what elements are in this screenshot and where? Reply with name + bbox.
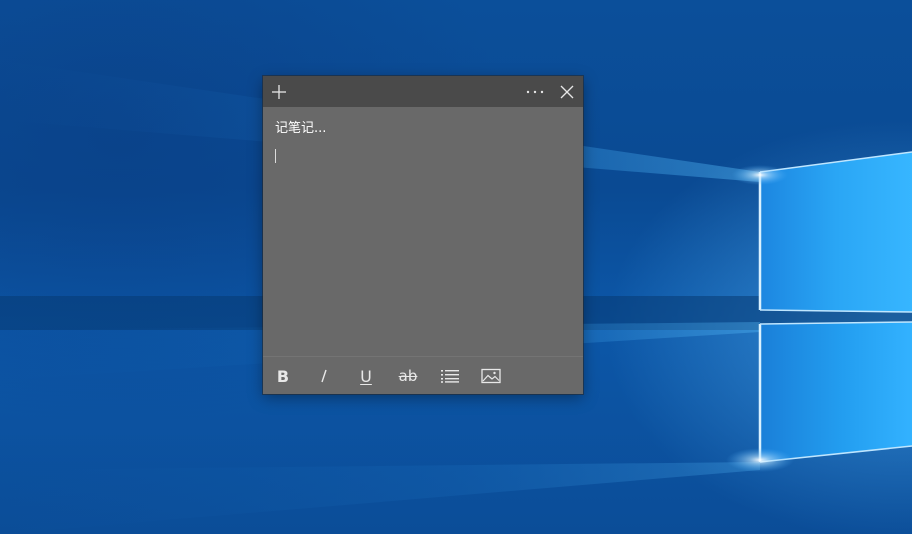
text-caret — [275, 149, 276, 163]
close-button[interactable] — [551, 76, 583, 107]
sticky-note-window: 记笔记... B U ab — [263, 76, 583, 394]
plus-icon — [272, 84, 286, 99]
bullet-list-icon — [441, 370, 459, 383]
bold-button[interactable]: B — [268, 363, 298, 389]
menu-button[interactable] — [519, 76, 551, 107]
underline-icon: U — [360, 366, 372, 386]
ellipsis-icon — [526, 90, 544, 93]
format-toolbar: B U ab — [263, 356, 583, 394]
insert-image-button[interactable] — [476, 363, 506, 389]
strikethrough-icon: ab — [398, 367, 418, 385]
bullet-list-button[interactable] — [435, 363, 465, 389]
desktop: 记笔记... B U ab — [0, 0, 912, 534]
note-titlebar[interactable] — [263, 76, 583, 107]
image-icon — [481, 368, 501, 384]
strikethrough-button[interactable]: ab — [393, 363, 423, 389]
close-icon — [560, 85, 574, 98]
italic-button[interactable] — [309, 363, 339, 389]
note-text-area[interactable]: 记笔记... — [263, 107, 583, 356]
italic-icon — [321, 369, 327, 383]
bold-icon: B — [276, 366, 290, 386]
note-placeholder: 记笔记... — [275, 121, 327, 136]
underline-button[interactable]: U — [351, 363, 381, 389]
new-note-button[interactable] — [263, 76, 295, 107]
